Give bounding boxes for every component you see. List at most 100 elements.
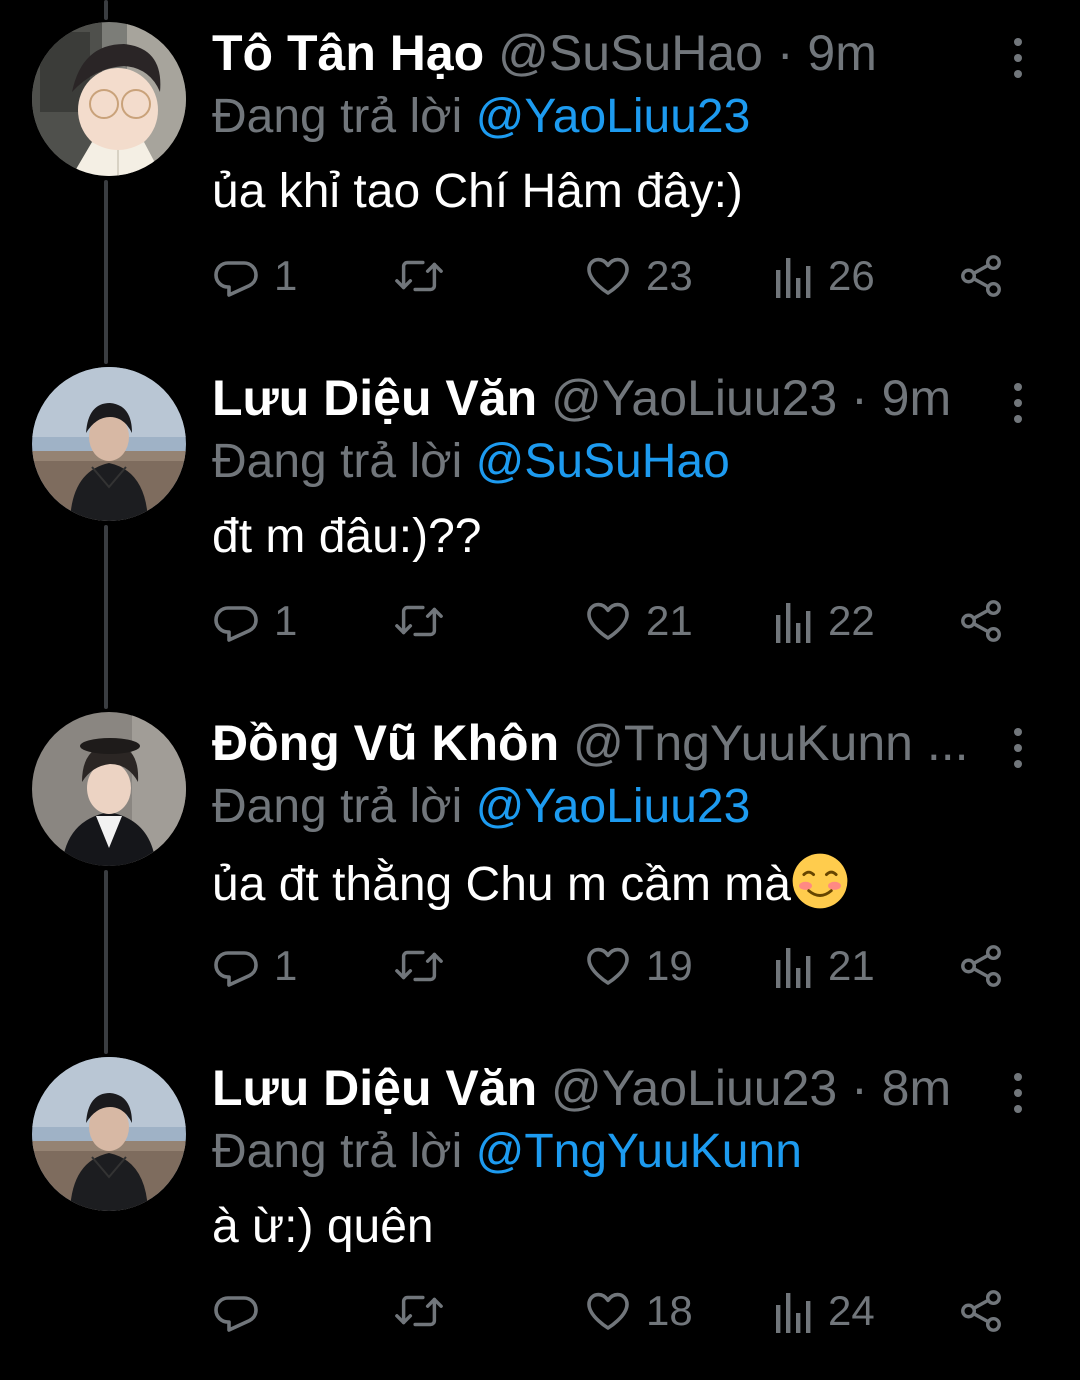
like-count: 23 xyxy=(646,252,693,299)
more-vertical-icon[interactable] xyxy=(1002,1069,1034,1117)
views-icon xyxy=(776,603,811,643)
retweet-icon xyxy=(395,950,443,982)
reply-count: 1 xyxy=(274,252,298,299)
tweet[interactable]: Đồng Vũ Khôn @TngYuuKunn ... Đang trả lờ… xyxy=(0,690,1080,1035)
avatar[interactable] xyxy=(32,1057,186,1211)
tweet-header: Lưu Diệu Văn @YaoLiuu23 · 9m xyxy=(212,367,980,429)
tweet-text: à ừ:) quên xyxy=(212,1200,434,1253)
user-handle[interactable]: @YaoLiuu23 xyxy=(551,370,837,426)
views-button[interactable]: 26 xyxy=(774,246,875,306)
views-count: 22 xyxy=(828,597,875,644)
tweet[interactable]: Lưu Diệu Văn @YaoLiuu23 · 9m Đang trả lờ… xyxy=(0,345,1080,690)
mention-link[interactable]: @YaoLiuu23 xyxy=(476,90,751,143)
reply-icon xyxy=(214,951,258,987)
mention-link[interactable]: @YaoLiuu23 xyxy=(476,780,751,833)
tweet[interactable]: Tô Tân Hạo @SuSuHao · 9m Đang trả lời @Y… xyxy=(0,0,1080,345)
share-button[interactable] xyxy=(958,246,1004,306)
share-icon xyxy=(961,600,1001,642)
reply-icon xyxy=(214,1296,258,1332)
share-button[interactable] xyxy=(958,591,1004,651)
avatar[interactable] xyxy=(32,367,186,521)
separator-dot: · xyxy=(851,370,868,426)
display-name[interactable]: Lưu Diệu Văn xyxy=(212,1060,537,1116)
reply-count: 1 xyxy=(274,942,298,989)
replying-to: Đang trả lời @TngYuuKunn xyxy=(212,1123,980,1181)
timestamp[interactable]: 8m xyxy=(882,1060,951,1116)
retweet-button[interactable] xyxy=(394,936,458,996)
views-count: 24 xyxy=(828,1287,875,1334)
like-count: 19 xyxy=(646,942,693,989)
timestamp[interactable]: 9m xyxy=(807,25,876,81)
replying-to: Đang trả lời @YaoLiuu23 xyxy=(212,778,980,836)
heart-icon xyxy=(587,257,629,295)
tweet-text: ủa khỉ tao Chí Hâm đây:) xyxy=(212,165,743,218)
reply-icon xyxy=(214,261,258,297)
user-handle[interactable]: @TngYuuKunn xyxy=(573,715,913,771)
avatar[interactable] xyxy=(32,712,186,866)
replying-label: Đang trả lời xyxy=(212,435,463,488)
share-icon xyxy=(961,945,1001,987)
heart-icon xyxy=(587,1292,629,1330)
timestamp[interactable]: 9m xyxy=(882,370,951,426)
like-count: 21 xyxy=(646,597,693,644)
views-button[interactable]: 24 xyxy=(774,1281,875,1341)
views-button[interactable]: 21 xyxy=(774,936,875,996)
like-button[interactable]: 19 xyxy=(584,936,693,996)
views-count: 21 xyxy=(828,942,875,989)
views-icon xyxy=(776,258,811,298)
replying-label: Đang trả lời xyxy=(212,1125,463,1178)
more-vertical-icon[interactable] xyxy=(1002,34,1034,82)
tweet-header: Tô Tân Hạo @SuSuHao · 9m xyxy=(212,22,980,84)
separator-dot: · xyxy=(851,1060,868,1116)
user-handle[interactable]: @YaoLiuu23 xyxy=(551,1060,837,1116)
tweet-header: Đồng Vũ Khôn @TngYuuKunn ... xyxy=(212,712,980,774)
reply-count: 1 xyxy=(274,597,298,644)
more-vertical-icon[interactable] xyxy=(1002,379,1034,427)
truncation-ellipsis: ... xyxy=(926,715,969,771)
retweet-icon xyxy=(395,605,443,637)
reply-button[interactable]: 1 xyxy=(212,591,297,651)
tweet-text: ủa đt thằng Chu m cầm mà xyxy=(212,852,980,915)
mention-link[interactable]: @TngYuuKunn xyxy=(476,1125,802,1178)
tweet-actions: 18 24 xyxy=(212,1281,1012,1341)
retweet-button[interactable] xyxy=(394,246,458,306)
tweet-actions: 1 19 21 xyxy=(212,936,1012,996)
views-count: 26 xyxy=(828,252,875,299)
reply-button[interactable] xyxy=(212,1281,274,1341)
reply-icon xyxy=(214,606,258,642)
retweet-button[interactable] xyxy=(394,591,458,651)
retweet-button[interactable] xyxy=(394,1281,458,1341)
heart-icon xyxy=(587,947,629,985)
share-button[interactable] xyxy=(958,1281,1004,1341)
share-button[interactable] xyxy=(958,936,1004,996)
replying-label: Đang trả lời xyxy=(212,90,463,143)
display-name[interactable]: Đồng Vũ Khôn xyxy=(212,715,559,771)
views-icon xyxy=(776,1293,811,1333)
share-icon xyxy=(961,255,1001,297)
avatar[interactable] xyxy=(32,22,186,176)
reply-button[interactable]: 1 xyxy=(212,246,297,306)
more-vertical-icon[interactable] xyxy=(1002,724,1034,772)
tweet[interactable]: Lưu Diệu Văn @YaoLiuu23 · 8m Đang trả lờ… xyxy=(0,1035,1080,1380)
heart-icon xyxy=(587,602,629,640)
retweet-icon xyxy=(395,1295,443,1327)
reply-button[interactable]: 1 xyxy=(212,936,297,996)
smiling-face-emoji xyxy=(792,853,848,909)
display-name[interactable]: Lưu Diệu Văn xyxy=(212,370,537,426)
like-button[interactable]: 23 xyxy=(584,246,693,306)
like-button[interactable]: 21 xyxy=(584,591,693,651)
mention-link[interactable]: @SuSuHao xyxy=(476,435,730,488)
tweet-text-content: ủa đt thằng Chu m cầm mà xyxy=(212,858,791,911)
replying-label: Đang trả lời xyxy=(212,780,463,833)
display-name[interactable]: Tô Tân Hạo xyxy=(212,25,484,81)
user-handle[interactable]: @SuSuHao xyxy=(498,25,763,81)
replying-to: Đang trả lời @SuSuHao xyxy=(212,433,980,491)
tweet-text: đt m đâu:)?? xyxy=(212,510,482,563)
tweet-header: Lưu Diệu Văn @YaoLiuu23 · 8m xyxy=(212,1057,980,1119)
views-button[interactable]: 22 xyxy=(774,591,875,651)
separator-dot: · xyxy=(776,25,794,81)
like-button[interactable]: 18 xyxy=(584,1281,693,1341)
tweet-actions: 1 21 22 xyxy=(212,591,1012,651)
retweet-icon xyxy=(395,260,443,292)
like-count: 18 xyxy=(646,1287,693,1334)
